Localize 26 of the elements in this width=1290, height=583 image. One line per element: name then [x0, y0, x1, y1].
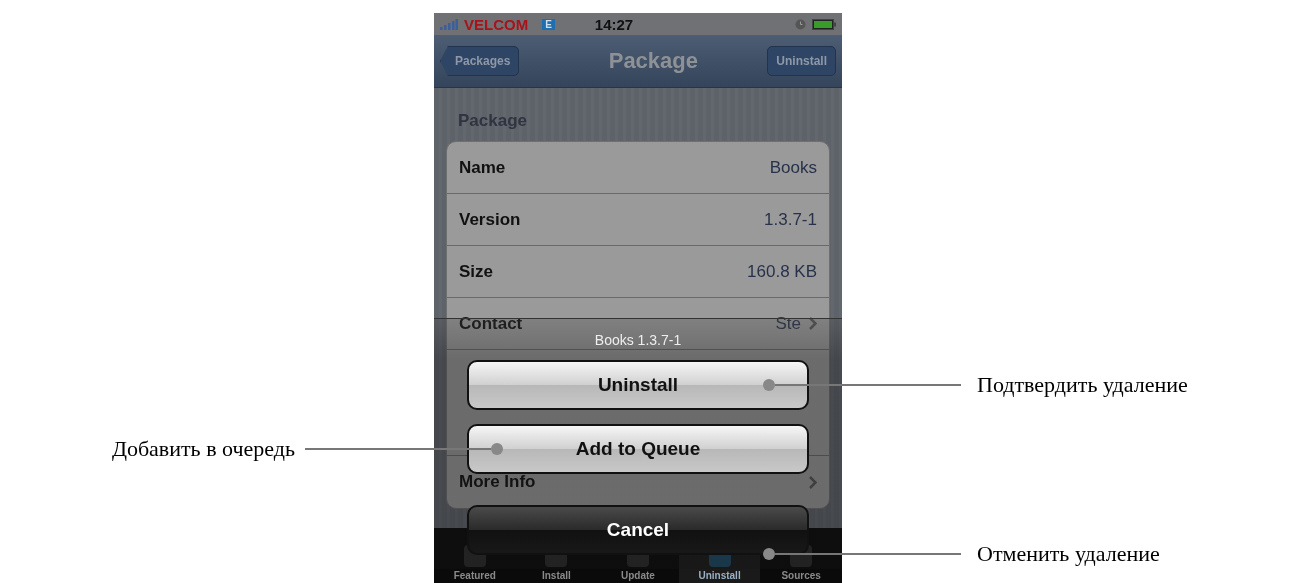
sheet-button[interactable]: Add to Queue — [467, 424, 809, 474]
callout-label: Добавить в очередь — [111, 436, 295, 462]
row-label: Name — [459, 157, 507, 178]
row-label: Size — [459, 261, 495, 282]
clock-icon — [795, 18, 806, 30]
row-value: 1.3.7-1 — [764, 209, 817, 230]
uninstall-button[interactable]: Uninstall — [767, 46, 836, 76]
network-badge: E — [542, 18, 555, 30]
sheet-title: Books 1.3.7-1 — [594, 332, 682, 348]
clock-time: 14:27 — [594, 15, 634, 33]
callout-label: Отменить удаление — [977, 541, 1160, 567]
sheet-button[interactable]: Uninstall — [467, 360, 809, 410]
back-button[interactable]: Packages — [440, 46, 520, 76]
callout-label: Подтвердить удаление — [977, 372, 1188, 398]
carrier-name: VELCOM — [464, 15, 529, 33]
row-label[interactable]: Contact — [459, 313, 768, 334]
chevron-icon — [809, 317, 817, 330]
signal-icon — [440, 18, 458, 30]
row-value: Books — [769, 157, 817, 178]
battery-icon — [812, 18, 836, 30]
sheet-button[interactable]: Cancel — [467, 505, 809, 555]
chevron-icon — [809, 475, 817, 489]
row-value: 160.8 KB — [747, 261, 817, 282]
row-label[interactable]: More Info — [459, 472, 801, 492]
row-label: Version — [459, 209, 522, 230]
nav-title: Package — [608, 48, 698, 74]
